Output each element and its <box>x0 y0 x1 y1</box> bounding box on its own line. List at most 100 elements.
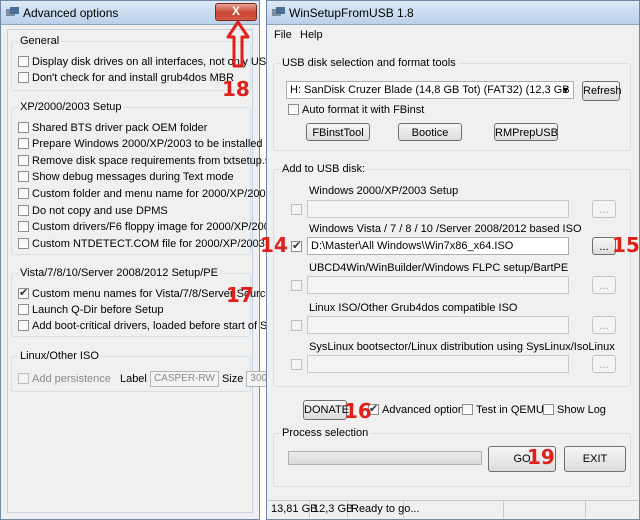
option-no-dpms[interactable]: Do not copy and use DPMS <box>18 204 168 220</box>
source-linux-label: Linux ISO/Other Grub4dos compatible ISO <box>309 302 518 314</box>
menu-file[interactable]: File <box>274 29 292 41</box>
persistence-label-field: CASPER-RW <box>149 371 219 387</box>
option-advanced[interactable]: Advanced options <box>368 402 469 419</box>
checkbox[interactable] <box>18 187 29 199</box>
menu-bar: File Help <box>268 26 638 44</box>
status-bar: 13,81 GB 12,3 GB Ready to go... <box>268 500 638 518</box>
option-show-log[interactable]: Show Log <box>543 403 606 419</box>
checkbox[interactable] <box>462 403 473 415</box>
option-remove-disk-space[interactable]: Remove disk space requirements from txts… <box>18 154 276 170</box>
checkbox[interactable] <box>18 237 29 249</box>
refresh-button[interactable]: Refresh <box>582 81 622 101</box>
source-winxp-label: Windows 2000/XP/2003 Setup <box>309 185 459 197</box>
annotation-17: 17 <box>226 283 254 307</box>
checkbox-source-winxp[interactable] <box>291 204 302 215</box>
checkbox-disabled <box>18 372 29 384</box>
main-titlebar[interactable]: WinSetupFromUSB 1.8 <box>267 1 639 25</box>
checkbox[interactable] <box>18 121 29 133</box>
status-cell-empty-2 <box>504 501 586 518</box>
annotation-18: 18 <box>222 77 250 101</box>
add-to-usb-group-label: Add to USB disk: <box>280 163 368 175</box>
fbinsttool-button[interactable]: FBinstTool <box>306 123 370 141</box>
process-selection-group: Process selection GO EXIT <box>273 427 631 487</box>
process-selection-label: Process selection <box>280 427 371 439</box>
linux-group: Linux/Other ISO Add persistence Label CA… <box>11 350 291 392</box>
checkbox[interactable] <box>18 204 29 216</box>
option-boot-critical-drivers[interactable]: Add boot-critical drivers, loaded before… <box>18 319 289 335</box>
close-button[interactable]: X <box>215 3 257 21</box>
option-shared-bts[interactable]: Shared BTS driver pack OEM folder <box>18 121 207 137</box>
rmprepusb-button[interactable]: RMPrepUSB <box>494 123 558 141</box>
annotation-16: 16 <box>344 399 372 423</box>
source-linux-browse-button: ... <box>592 316 616 334</box>
option-launch-qdir[interactable]: Launch Q-Dir before Setup <box>18 303 163 319</box>
checkbox[interactable] <box>18 303 29 315</box>
checkbox[interactable] <box>18 319 29 331</box>
vista-setup-group: Vista/7/8/10/Server 2008/2012 Setup/PE C… <box>11 267 289 337</box>
winsetupfromusb-window: WinSetupFromUSB 1.8 File Help USB disk s… <box>266 0 640 520</box>
option-add-persistence: Add persistence Label CASPER-RW Size 300… <box>18 371 291 387</box>
up-arrow-icon <box>226 20 250 68</box>
source-linux-path <box>307 316 569 334</box>
app-icon <box>6 7 19 16</box>
app-icon <box>272 7 285 16</box>
status-total-size: 13,81 GB <box>268 501 317 518</box>
checkbox[interactable] <box>543 403 554 415</box>
xp-setup-group: XP/2000/2003 Setup Shared BTS driver pac… <box>11 101 308 255</box>
checkbox-source-syslinux[interactable] <box>291 359 302 370</box>
checkbox[interactable] <box>18 137 29 149</box>
checkbox[interactable] <box>18 170 29 182</box>
option-prepare-xp-usb[interactable]: Prepare Windows 2000/XP/2003 to be insta… <box>18 137 304 153</box>
menu-help[interactable]: Help <box>300 29 323 41</box>
source-ubcd-browse-button: ... <box>592 276 616 294</box>
source-vista-path[interactable]: D:\Master\All Windows\Win7x86_x64.ISO <box>307 237 569 255</box>
option-test-qemu[interactable]: Test in QEMU <box>462 403 544 419</box>
option-auto-format[interactable]: Auto format it with FBinst <box>288 103 424 119</box>
status-cell-empty-1 <box>404 501 504 518</box>
checkbox[interactable] <box>18 55 29 67</box>
usb-disk-group: USB disk selection and format tools H: S… <box>273 57 631 151</box>
checkbox[interactable] <box>18 71 29 83</box>
usb-disk-group-label: USB disk selection and format tools <box>280 57 458 69</box>
checkbox-checked[interactable] <box>18 286 29 299</box>
source-winxp-browse-button: ... <box>592 200 616 218</box>
bootice-button[interactable]: Bootice <box>398 123 462 141</box>
progress-bar <box>288 451 482 465</box>
label-caption: Label <box>119 373 147 385</box>
advanced-options-client: General Display disk drives on all inter… <box>7 29 308 513</box>
usb-disk-select[interactable]: H: SanDisk Cruzer Blade (14,8 GB Tot) (F… <box>286 81 574 99</box>
checkbox[interactable] <box>288 103 299 115</box>
advanced-options-titlebar[interactable]: Advanced options X <box>1 1 259 25</box>
annotation-19: 19 <box>527 445 555 469</box>
option-custom-ntdetect[interactable]: Custom NTDETECT.COM file for 2000/XP/200… <box>18 237 297 253</box>
donate-button[interactable]: DONATE <box>303 400 349 420</box>
general-group: General Display disk drives on all inter… <box>11 35 274 91</box>
exit-button[interactable]: EXIT <box>564 446 626 472</box>
option-custom-folder-menu[interactable]: Custom folder and menu name for 2000/XP/… <box>18 187 304 203</box>
size-caption: Size <box>221 373 244 385</box>
option-no-grub4dos-mbr[interactable]: Don't check for and install grub4dos MBR <box>18 71 234 87</box>
source-ubcd-path <box>307 276 569 294</box>
add-to-usb-group: Add to USB disk: Windows 2000/XP/2003 Se… <box>273 163 631 387</box>
source-vista-label: Windows Vista / 7 / 8 / 10 /Server 2008/… <box>309 223 582 235</box>
checkbox[interactable] <box>18 154 29 166</box>
checkbox-source-ubcd[interactable] <box>291 280 302 291</box>
checkbox-source-linux[interactable] <box>291 320 302 331</box>
main-title: WinSetupFromUSB 1.8 <box>289 6 414 20</box>
source-syslinux-path <box>307 355 569 373</box>
advanced-options-window: Advanced options X General Display disk … <box>0 0 308 520</box>
chevron-down-icon[interactable]: ▼ <box>561 82 570 98</box>
vista-setup-group-label: Vista/7/8/10/Server 2008/2012 Setup/PE <box>18 267 220 279</box>
linux-group-label: Linux/Other ISO <box>18 350 101 362</box>
xp-setup-group-label: XP/2000/2003 Setup <box>18 101 124 113</box>
checkbox[interactable] <box>18 220 29 232</box>
option-debug-messages[interactable]: Show debug messages during Text mode <box>18 170 234 186</box>
annotation-14: 14 <box>260 233 288 257</box>
source-syslinux-label: SysLinux bootsector/Linux distribution u… <box>309 341 615 353</box>
checkbox-source-vista[interactable] <box>291 239 302 252</box>
status-message: Ready to go... <box>348 501 420 518</box>
advanced-options-title: Advanced options <box>23 6 119 20</box>
general-group-label: General <box>18 35 62 47</box>
annotation-15: 15 <box>612 233 640 257</box>
source-winxp-path <box>307 200 569 218</box>
